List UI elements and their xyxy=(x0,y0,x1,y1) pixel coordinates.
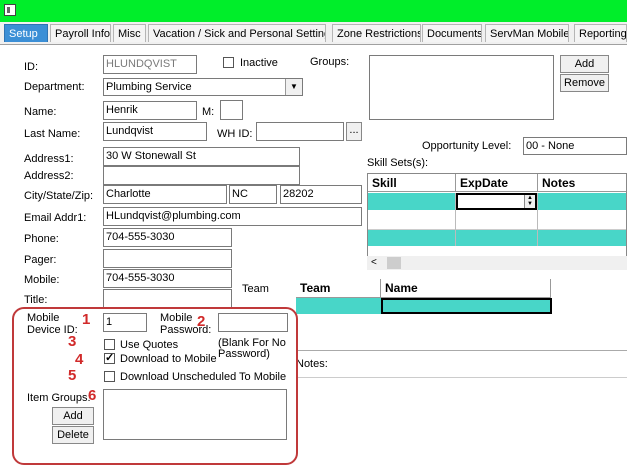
spin-arrows-icon[interactable]: ▲ ▼ xyxy=(524,195,535,208)
pager-field[interactable] xyxy=(103,249,232,268)
mobile-field[interactable]: 704-555-3030 xyxy=(103,269,232,288)
expdate-cell-editor[interactable]: ▲ ▼ xyxy=(456,193,537,210)
name-label: Name: xyxy=(24,106,57,118)
tab-vacation-sick-personal[interactable]: Vacation / Sick and Personal Settings xyxy=(148,24,326,42)
mobile-device-id-field[interactable]: 1 xyxy=(103,313,147,332)
callout-5: 5 xyxy=(68,367,77,384)
skill-sets-label: Skill Sets(s): xyxy=(367,157,429,169)
inactive-label: Inactive xyxy=(240,57,278,69)
wh-id-browse-button[interactable]: ... xyxy=(346,122,362,141)
middle-initial-label: M: xyxy=(202,106,215,118)
tab-documents[interactable]: Documents xyxy=(422,24,482,42)
groups-add-button[interactable]: Add xyxy=(560,55,609,73)
notes-divider xyxy=(296,350,627,351)
download-to-mobile-checkbox[interactable] xyxy=(104,351,115,364)
download-unscheduled-label: Download Unscheduled To Mobile xyxy=(120,371,287,383)
notes-area[interactable] xyxy=(296,377,627,378)
opportunity-level-select[interactable]: 00 - None xyxy=(523,137,627,155)
wh-id-label: WH ID: xyxy=(217,128,253,140)
mobile-label: Mobile: xyxy=(24,274,60,286)
tab-setup[interactable]: Setup xyxy=(4,24,48,42)
mobile-device-id-label-line1: Mobile xyxy=(27,312,60,324)
email-label: Email Addr1: xyxy=(24,212,87,224)
expdate-column-header[interactable]: ExpDate xyxy=(456,174,538,192)
address2-field[interactable] xyxy=(103,166,300,185)
item-groups-label: Item Groups: xyxy=(27,392,91,404)
phone-field[interactable]: 704-555-3030 xyxy=(103,228,232,247)
email-field[interactable]: HLundqvist@plumbing.com xyxy=(103,207,362,226)
tab-zone-restrictions[interactable]: Zone Restrictions xyxy=(332,24,421,42)
team-grid[interactable]: Team Name xyxy=(296,279,627,317)
zip-field[interactable]: 28202 xyxy=(280,185,362,204)
tab-reporting[interactable]: Reporting xyxy=(574,24,627,42)
scroll-left-icon[interactable]: < xyxy=(371,256,377,270)
inactive-checkbox[interactable] xyxy=(223,57,234,68)
skill-row-3[interactable] xyxy=(368,230,626,246)
city-state-zip-label: City/State/Zip: xyxy=(24,190,94,202)
use-quotes-checkbox[interactable] xyxy=(104,339,115,350)
app-icon xyxy=(4,4,16,16)
item-groups-list[interactable] xyxy=(103,389,287,440)
notes-label: Notes: xyxy=(296,358,328,370)
item-groups-add-button[interactable]: Add xyxy=(52,407,94,425)
last-name-field[interactable]: Lundqvist xyxy=(103,122,207,141)
address2-label: Address2: xyxy=(24,170,74,182)
name-column-header[interactable]: Name xyxy=(381,279,551,298)
tab-misc[interactable]: Misc xyxy=(113,24,146,42)
state-field[interactable]: NC xyxy=(229,185,277,204)
department-select[interactable]: Plumbing Service ▼ xyxy=(103,78,303,96)
callout-4: 4 xyxy=(75,351,84,368)
title-field[interactable] xyxy=(103,289,232,308)
title-label: Title: xyxy=(24,294,48,306)
tab-servman-mobile[interactable]: ServMan Mobile xyxy=(485,24,569,42)
wh-id-field[interactable] xyxy=(256,122,344,141)
skill-grid-hscrollbar[interactable]: < xyxy=(367,256,627,270)
blank-password-note-line2: Password) xyxy=(218,348,270,360)
address1-field[interactable]: 30 W Stonewall St xyxy=(103,147,300,166)
chevron-down-icon[interactable]: ▼ xyxy=(285,79,302,95)
skill-column-header[interactable]: Skill xyxy=(368,174,456,192)
team-cell[interactable] xyxy=(296,298,381,314)
notes-column-header[interactable]: Notes xyxy=(538,174,626,192)
window-titlebar xyxy=(0,0,627,22)
mobile-password-label-line1: Mobile xyxy=(160,312,193,324)
download-to-mobile-label: Download to Mobile xyxy=(120,353,217,365)
callout-1: 1 xyxy=(82,311,91,328)
use-quotes-label: Use Quotes xyxy=(120,339,179,351)
skill-row-2[interactable] xyxy=(368,210,626,230)
skill-sets-grid[interactable]: Skill ExpDate Notes ▲ ▼ xyxy=(367,173,627,257)
opportunity-level-label: Opportunity Level: xyxy=(422,140,512,152)
callout-6: 6 xyxy=(88,387,97,404)
callout-3: 3 xyxy=(68,333,77,350)
scroll-thumb[interactable] xyxy=(387,257,401,269)
groups-label: Groups: xyxy=(310,56,350,68)
pager-label: Pager: xyxy=(24,254,57,266)
city-field[interactable]: Charlotte xyxy=(103,185,227,204)
department-label: Department: xyxy=(24,81,85,93)
last-name-label: Last Name: xyxy=(24,128,81,140)
id-label: ID: xyxy=(24,61,39,73)
tab-payroll-info[interactable]: Payroll Info xyxy=(50,24,111,42)
address1-label: Address1: xyxy=(24,153,74,165)
middle-initial-field[interactable] xyxy=(220,100,243,120)
mobile-password-field[interactable] xyxy=(218,313,288,332)
team-label: Team xyxy=(242,283,269,295)
team-column-header[interactable]: Team xyxy=(296,279,381,298)
department-value: Plumbing Service xyxy=(106,81,192,93)
item-groups-delete-button[interactable]: Delete xyxy=(52,426,94,444)
first-name-field[interactable]: Henrik xyxy=(103,101,197,120)
id-field[interactable]: HLUNDQVIST xyxy=(103,55,197,74)
team-name-cell[interactable] xyxy=(381,298,552,314)
callout-2: 2 xyxy=(197,313,206,330)
phone-label: Phone: xyxy=(24,233,59,245)
groups-list[interactable] xyxy=(369,55,554,120)
download-unscheduled-checkbox[interactable] xyxy=(104,371,115,382)
groups-remove-button[interactable]: Remove xyxy=(560,74,609,92)
